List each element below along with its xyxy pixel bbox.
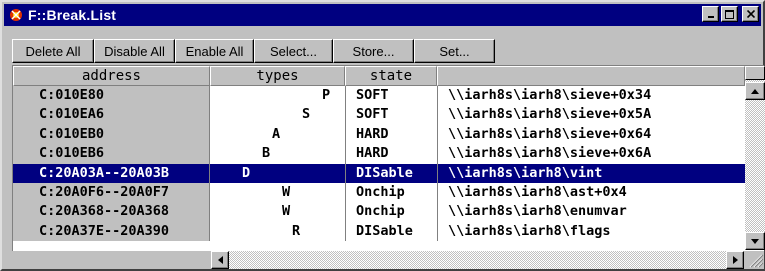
- window-title: F::Break.List: [28, 7, 117, 23]
- address-cell: C:010EB6: [13, 144, 210, 164]
- column-header-address[interactable]: address: [13, 66, 210, 86]
- vertical-scroll-thumb[interactable]: [745, 66, 765, 80]
- set-button[interactable]: Set...: [414, 39, 495, 63]
- address-cell: C:010EB0: [13, 124, 210, 145]
- scroll-up-button[interactable]: [745, 82, 765, 100]
- break-list-window: F::Break.List Delete All Disable All Ena…: [0, 0, 765, 271]
- type-cell: A: [272, 125, 281, 142]
- breakpoint-rows: C:010E80 P SOFT \\iarh8s\iarh8\sieve+0x3…: [13, 86, 745, 242]
- address-cell: C:20A0F6--20A0F7: [13, 182, 210, 203]
- type-cell: R: [292, 222, 301, 239]
- type-cell: W: [282, 183, 291, 200]
- state-cell: Onchip: [345, 182, 437, 203]
- state-cell: Onchip: [345, 202, 437, 222]
- state-cell: SOFT: [345, 105, 437, 125]
- type-cell: S: [302, 106, 311, 123]
- maximize-icon: [725, 9, 734, 19]
- horizontal-scroll-area: [12, 251, 764, 269]
- arrow-left-icon: [217, 256, 223, 264]
- table-row[interactable]: C:20A37E--20A390 R DISable \\iarh8s\iarh…: [13, 221, 745, 242]
- enable-all-button[interactable]: Enable All: [175, 39, 254, 63]
- scroll-right-button[interactable]: [726, 251, 744, 269]
- state-cell: DISable: [345, 221, 437, 242]
- state-cell: SOFT: [345, 86, 437, 106]
- table-row[interactable]: C:20A368--20A368 W Onchip \\iarh8s\iarh8…: [13, 202, 745, 222]
- state-cell: DISable: [345, 163, 437, 183]
- table-row[interactable]: C:010E80 P SOFT \\iarh8s\iarh8\sieve+0x3…: [13, 86, 745, 106]
- disable-all-button[interactable]: Disable All: [94, 39, 175, 63]
- title-bar[interactable]: F::Break.List: [4, 4, 761, 26]
- symbol-cell: \\iarh8s\iarh8\flags: [437, 221, 745, 242]
- table-row[interactable]: C:010EB0 A HARD \\iarh8s\iarh8\sieve+0x6…: [13, 124, 745, 145]
- state-cell: HARD: [345, 144, 437, 164]
- symbol-cell: \\iarh8s\iarh8\sieve+0x5A: [437, 105, 745, 125]
- horizontal-scrollbar[interactable]: [211, 251, 744, 269]
- window-controls: [702, 6, 759, 22]
- maximize-button[interactable]: [721, 6, 738, 22]
- breakpoint-table: address types state C:010E80 P SOFT \\ia…: [12, 65, 765, 251]
- app-icon[interactable]: [8, 7, 24, 23]
- minimize-icon: [707, 16, 714, 18]
- toolbar: Delete All Disable All Enable All Select…: [12, 39, 495, 63]
- arrow-right-icon: [732, 256, 738, 264]
- resize-grip-icon: [749, 254, 764, 268]
- minimize-button[interactable]: [702, 6, 719, 22]
- type-cell: W: [282, 203, 291, 220]
- symbol-cell: \\iarh8s\iarh8\enumvar: [437, 202, 745, 222]
- vertical-scrollbar[interactable]: [745, 66, 765, 250]
- delete-all-button[interactable]: Delete All: [12, 39, 94, 63]
- store-button[interactable]: Store...: [333, 39, 414, 63]
- address-cell: C:20A368--20A368: [13, 202, 210, 222]
- close-icon: [746, 10, 755, 18]
- resize-grip[interactable]: [744, 251, 764, 269]
- scroll-down-button[interactable]: [745, 232, 765, 250]
- symbol-cell: \\iarh8s\iarh8\vint: [437, 163, 745, 183]
- arrow-down-icon: [751, 238, 759, 244]
- address-cell: C:20A37E--20A390: [13, 221, 210, 242]
- state-cell: HARD: [345, 124, 437, 145]
- close-button[interactable]: [742, 6, 759, 22]
- symbol-cell: \\iarh8s\iarh8\sieve+0x34: [437, 86, 745, 106]
- select-button[interactable]: Select...: [254, 39, 333, 63]
- table-row[interactable]: C:010EA6 S SOFT \\iarh8s\iarh8\sieve+0x5…: [13, 105, 745, 125]
- symbol-cell: \\iarh8s\iarh8\sieve+0x64: [437, 124, 745, 145]
- table-row-selected[interactable]: C:20A03A--20A03B D DISable \\iarh8s\iarh…: [13, 163, 745, 183]
- type-cell: D: [210, 163, 345, 183]
- column-header-symbol[interactable]: [437, 66, 745, 86]
- symbol-cell: \\iarh8s\iarh8\ast+0x4: [437, 182, 745, 203]
- arrow-up-icon: [751, 88, 759, 94]
- scroll-left-button[interactable]: [211, 251, 229, 269]
- address-cell: C:010E80: [13, 86, 210, 106]
- address-cell: C:20A03A--20A03B: [13, 163, 210, 183]
- column-header-state[interactable]: state: [345, 66, 437, 86]
- column-header-types[interactable]: types: [210, 66, 345, 86]
- table-row[interactable]: C:20A0F6--20A0F7 W Onchip \\iarh8s\iarh8…: [13, 182, 745, 203]
- table-row[interactable]: C:010EB6 B HARD \\iarh8s\iarh8\sieve+0x6…: [13, 144, 745, 164]
- address-cell: C:010EA6: [13, 105, 210, 125]
- type-cell: B: [262, 145, 271, 162]
- symbol-cell: \\iarh8s\iarh8\sieve+0x6A: [437, 144, 745, 164]
- type-cell: P: [322, 87, 331, 103]
